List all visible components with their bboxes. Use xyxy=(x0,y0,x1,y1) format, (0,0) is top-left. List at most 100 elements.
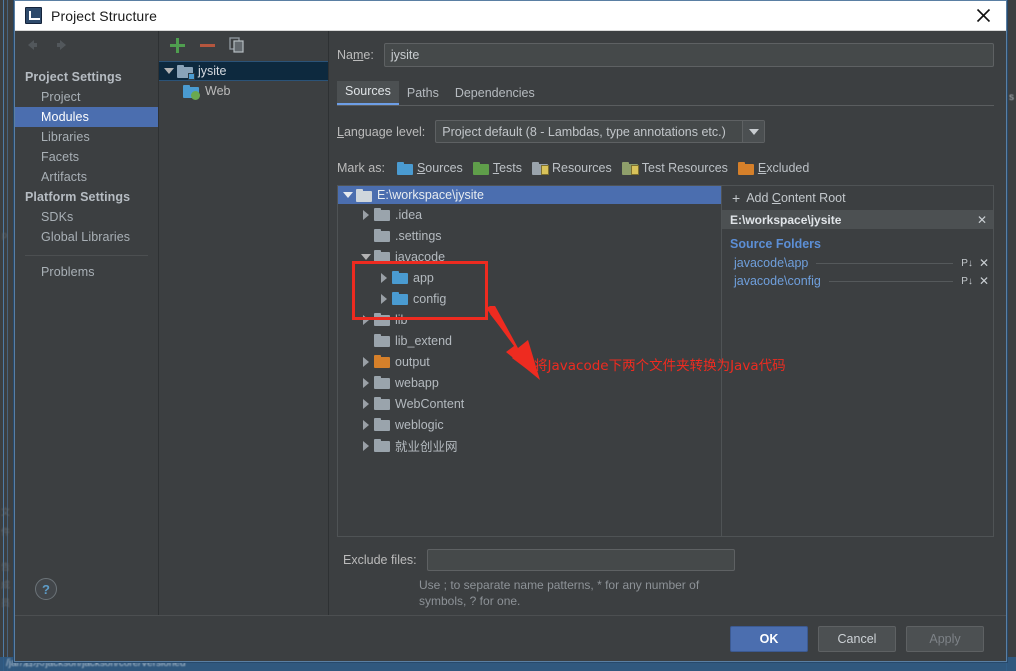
folder-label: lib_extend xyxy=(395,333,452,348)
folder-icon xyxy=(356,188,372,202)
chevron-right-icon[interactable] xyxy=(360,398,372,410)
sidebar-list: Project Settings Project Modules Librari… xyxy=(15,59,158,563)
content-tree-row-root[interactable]: E:\workspace\jysite xyxy=(338,186,721,204)
module-tree-row-web[interactable]: Web xyxy=(159,81,328,101)
plus-icon: + xyxy=(732,190,741,206)
source-folder-row-config[interactable]: javacode\config P↓ ✕ xyxy=(722,272,993,290)
mark-as-test-resources-button[interactable]: Test Resources xyxy=(621,161,728,175)
chevron-down-icon[interactable] xyxy=(342,189,354,201)
sidebar-item-problems[interactable]: Problems xyxy=(15,262,158,282)
chevron-right-icon[interactable] xyxy=(360,377,372,389)
chevron-right-icon[interactable] xyxy=(360,440,372,452)
ok-button[interactable]: OK xyxy=(730,625,808,652)
folder-icon xyxy=(374,229,390,242)
language-level-select[interactable]: Project default (8 - Lambdas, type annot… xyxy=(435,120,766,143)
folder-icon xyxy=(374,439,390,452)
content-tree-row-weblogic[interactable]: weblogic xyxy=(338,414,721,435)
tests-folder-icon xyxy=(472,161,489,175)
sidebar-footer: ? xyxy=(15,563,158,615)
content-tree-row-lib-extend[interactable]: lib_extend xyxy=(338,330,721,351)
content-tree-row-cn-folder[interactable]: 就业创业网 xyxy=(338,435,721,456)
dialog-body: Project Settings Project Modules Librari… xyxy=(15,31,1006,615)
chevron-right-icon[interactable] xyxy=(360,419,372,431)
content-tree-row-config[interactable]: config xyxy=(338,288,721,309)
sidebar-item-modules[interactable]: Modules xyxy=(15,107,158,127)
chevron-right-icon[interactable] xyxy=(378,272,390,284)
module-tabs: Sources Paths Dependencies xyxy=(337,81,994,106)
sidebar-item-facets[interactable]: Facets xyxy=(15,147,158,167)
content-tree-row-javacode[interactable]: javacode xyxy=(338,246,721,267)
sidebar-divider xyxy=(25,255,148,256)
module-name-input[interactable]: jysite xyxy=(383,43,994,67)
exclude-files-input[interactable] xyxy=(426,549,735,571)
properties-icon[interactable]: P↓ xyxy=(961,258,973,269)
copy-module-button[interactable] xyxy=(229,37,245,53)
sidebar-item-libraries[interactable]: Libraries xyxy=(15,127,158,147)
sources-folder-icon xyxy=(396,161,413,175)
sidebar-item-global-libraries[interactable]: Global Libraries xyxy=(15,227,158,247)
content-tree-row-webapp[interactable]: webapp xyxy=(338,372,721,393)
mark-as-tests-button[interactable]: Tests xyxy=(472,161,522,175)
close-icon[interactable] xyxy=(960,1,1006,30)
module-icon xyxy=(177,64,195,80)
mark-as-sources-button[interactable]: Sources xyxy=(396,161,463,175)
cancel-button[interactable]: Cancel xyxy=(818,625,896,652)
folder-label: .settings xyxy=(395,228,442,243)
content-tree-row-app[interactable]: app xyxy=(338,267,721,288)
folder-icon xyxy=(374,376,390,389)
language-level-row: Language level: Project default (8 - Lam… xyxy=(337,120,994,143)
content-tree-row-output[interactable]: output xyxy=(338,351,721,372)
chevron-down-icon[interactable] xyxy=(360,251,372,263)
mark-as-resources-button[interactable]: Resources xyxy=(532,161,612,175)
remove-module-button[interactable] xyxy=(199,37,215,53)
close-icon[interactable]: ✕ xyxy=(977,213,987,227)
folder-label: WebContent xyxy=(395,396,465,411)
mark-as-excluded-button[interactable]: Excluded xyxy=(737,161,809,175)
content-tree-row-webcontent[interactable]: WebContent xyxy=(338,393,721,414)
module-label: jysite xyxy=(198,64,227,78)
sidebar-item-sdks[interactable]: SDKs xyxy=(15,207,158,227)
tab-dependencies[interactable]: Dependencies xyxy=(447,83,543,105)
properties-icon[interactable]: P↓ xyxy=(961,276,973,287)
chevron-down-icon[interactable] xyxy=(742,121,765,142)
sidebar-item-project[interactable]: Project xyxy=(15,87,158,107)
add-content-root-button[interactable]: + Add Content Root xyxy=(722,186,993,210)
mark-as-test-resources-label: Test Resources xyxy=(641,161,728,175)
remove-icon[interactable]: ✕ xyxy=(979,274,989,288)
folder-label: 就业创业网 xyxy=(395,440,458,454)
apply-button[interactable]: Apply xyxy=(906,625,984,652)
folder-icon xyxy=(374,313,390,326)
module-tree-row-jysite[interactable]: jysite xyxy=(159,61,328,81)
content-tree-row-lib[interactable]: lib xyxy=(338,309,721,330)
tab-sources[interactable]: Sources xyxy=(337,81,399,105)
source-folder-path: javacode\app xyxy=(734,256,809,270)
dialog-titlebar: Project Structure xyxy=(15,1,1006,31)
source-folders-title: Source Folders xyxy=(730,237,821,251)
remove-icon[interactable]: ✕ xyxy=(979,256,989,270)
facet-label: Web xyxy=(205,84,231,98)
folder-icon xyxy=(374,418,390,431)
add-module-button[interactable] xyxy=(169,37,185,53)
forward-arrow-icon[interactable] xyxy=(53,36,71,54)
folder-icon xyxy=(374,250,390,263)
backdrop-char-4: 成 xyxy=(1,580,11,590)
sources-folder-icon xyxy=(392,292,408,305)
folder-label: weblogic xyxy=(395,417,444,432)
sidebar-group-platform-settings: Platform Settings xyxy=(25,190,131,204)
back-arrow-icon[interactable] xyxy=(23,36,41,54)
chevron-right-icon[interactable] xyxy=(360,209,372,221)
resources-folder-icon xyxy=(532,161,549,175)
modules-tree: jysite Web xyxy=(159,59,328,615)
sidebar-item-artifacts[interactable]: Artifacts xyxy=(15,167,158,187)
chevron-down-icon[interactable] xyxy=(163,65,175,77)
source-folder-row-app[interactable]: javacode\app P↓ ✕ xyxy=(722,254,993,272)
folder-label: webapp xyxy=(395,375,439,390)
mark-as-label: Mark as: xyxy=(337,161,385,175)
tab-paths[interactable]: Paths xyxy=(399,83,447,105)
content-tree-row-settings[interactable]: .settings xyxy=(338,225,721,246)
help-button[interactable]: ? xyxy=(35,578,57,600)
chevron-right-icon[interactable] xyxy=(378,293,390,305)
chevron-right-icon[interactable] xyxy=(360,356,372,368)
chevron-right-icon[interactable] xyxy=(360,314,372,326)
content-tree-row-idea[interactable]: .idea xyxy=(338,204,721,225)
